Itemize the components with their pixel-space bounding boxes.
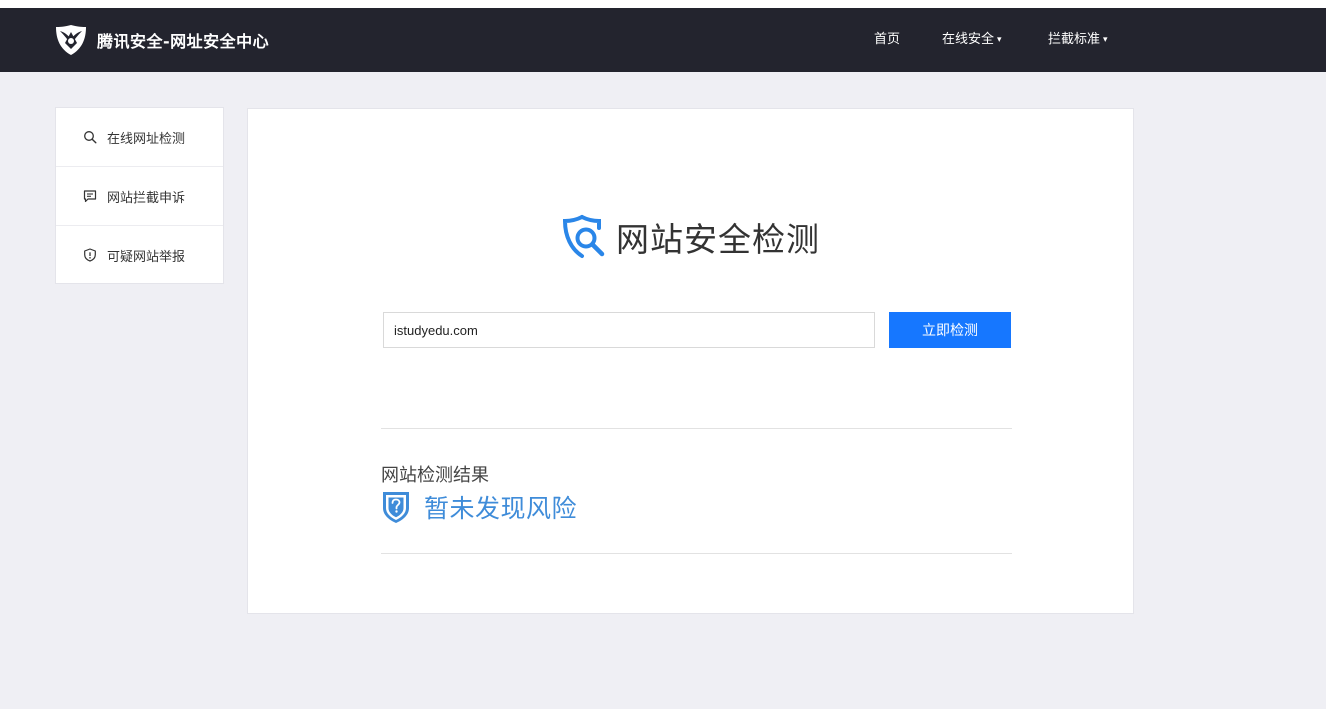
result-label: 网站检测结果 <box>381 465 489 486</box>
tencent-security-logo-icon <box>56 25 86 55</box>
chevron-down-icon: ▾ <box>1103 35 1108 45</box>
sidebar-item-label: 在线网址检测 <box>107 131 186 147</box>
sidebar: 在线网址检测 网站拦截申诉 可疑网站举报 <box>55 107 224 284</box>
brand-title: 腾讯安全-网址安全中心 <box>97 32 270 51</box>
url-input[interactable] <box>383 312 875 348</box>
top-navbar: 腾讯安全-网址安全中心 首页 在线安全 ▾ 拦截标准 ▾ <box>0 8 1326 72</box>
sidebar-item-label: 可疑网站举报 <box>107 249 186 265</box>
result-status: 暂未发现风险 <box>381 489 577 525</box>
main-card: 网站安全检测 立即检测 网站检测结果 暂未发现风险 <box>247 108 1134 614</box>
divider <box>381 553 1012 554</box>
brand[interactable]: 腾讯安全-网址安全中心 <box>54 22 269 58</box>
nav-home[interactable]: 首页 <box>874 30 900 50</box>
nav-block-standard[interactable]: 拦截标准 ▾ <box>1048 30 1108 51</box>
top-strip <box>0 0 1326 8</box>
sidebar-item-appeal[interactable]: 网站拦截申诉 <box>56 167 223 225</box>
shield-alert-icon <box>84 248 96 262</box>
sidebar-item-report[interactable]: 可疑网站举报 <box>56 226 223 284</box>
page-header: 网站安全检测 <box>562 213 820 261</box>
search-icon <box>84 131 97 144</box>
shield-search-icon <box>562 215 605 258</box>
nav-online-security-label: 在线安全 <box>942 32 995 47</box>
sidebar-item-url-check[interactable]: 在线网址检测 <box>56 108 223 166</box>
shield-question-icon <box>383 492 409 523</box>
page-title: 网站安全检测 <box>616 220 820 259</box>
chevron-down-icon: ▾ <box>997 35 1002 45</box>
sidebar-item-label: 网站拦截申诉 <box>107 190 186 206</box>
nav-home-label: 首页 <box>874 32 901 47</box>
result-text: 暂未发现风险 <box>424 494 578 523</box>
message-icon <box>83 190 97 203</box>
divider <box>381 428 1012 429</box>
check-now-button[interactable]: 立即检测 <box>889 312 1011 348</box>
nav-online-security[interactable]: 在线安全 ▾ <box>942 30 1002 51</box>
nav-block-standard-label: 拦截标准 <box>1048 32 1101 47</box>
